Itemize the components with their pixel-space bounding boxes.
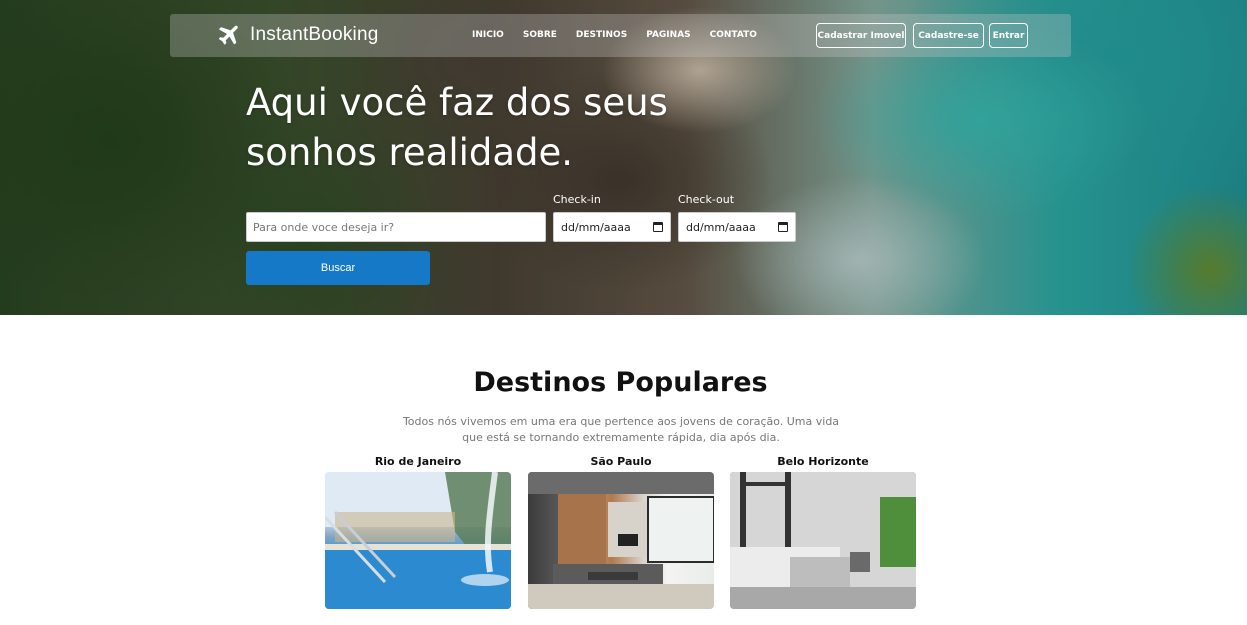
destination-image-rio[interactable] <box>325 472 511 609</box>
brand-logo[interactable]: InstantBooking <box>216 23 379 47</box>
destination-name: Rio de Janeiro <box>374 455 462 468</box>
airplane-icon <box>218 25 238 45</box>
checkout-date-input[interactable]: dd/mm/aaaa <box>678 212 796 242</box>
navbar: InstantBooking INICIO SOBRE DESTINOS PAG… <box>170 14 1071 57</box>
destination-search-input[interactable] <box>246 212 546 242</box>
hero-background: InstantBooking INICIO SOBRE DESTINOS PAG… <box>0 0 1247 315</box>
destination-card-rio[interactable]: Rio de Janeiro <box>325 455 511 609</box>
login-button[interactable]: Entrar <box>989 23 1028 48</box>
brand-name: InstantBooking <box>250 24 379 45</box>
checkout-label: Check-out <box>678 193 735 206</box>
menu-item-sobre[interactable]: SOBRE <box>523 30 557 40</box>
pool-illustration <box>325 472 511 609</box>
calendar-icon[interactable] <box>778 222 788 232</box>
register-property-button[interactable]: Cadastrar Imovel <box>816 23 906 48</box>
bedroom-illustration <box>730 472 916 609</box>
headline-line-1: Aqui você faz dos seus <box>246 81 668 124</box>
menu-item-inicio[interactable]: INICIO <box>472 30 504 40</box>
checkout-date-placeholder: dd/mm/aaaa <box>686 220 756 234</box>
menu-item-paginas[interactable]: PAGINAS <box>646 30 690 40</box>
menu-item-destinos[interactable]: DESTINOS <box>576 30 627 40</box>
search-button[interactable]: Buscar <box>246 251 430 285</box>
destination-image-belo-horizonte[interactable] <box>730 472 916 609</box>
hero-headline: Aqui você faz dos seus sonhos realidade. <box>246 78 766 178</box>
destination-card-sao-paulo[interactable]: São Paulo <box>528 455 714 609</box>
sign-up-button[interactable]: Cadastre-se <box>913 23 984 48</box>
living-room-illustration <box>528 472 714 609</box>
checkin-date-placeholder: dd/mm/aaaa <box>561 220 631 234</box>
section-title: Destinos Populares <box>473 367 768 398</box>
checkin-date-input[interactable]: dd/mm/aaaa <box>553 212 671 242</box>
destination-card-belo-horizonte[interactable]: Belo Horizonte <box>730 455 916 609</box>
menu-item-contato[interactable]: CONTATO <box>710 30 757 40</box>
destination-name: Belo Horizonte <box>777 455 869 468</box>
main-menu: INICIO SOBRE DESTINOS PAGINAS CONTATO <box>472 30 776 40</box>
headline-line-2: sonhos realidade. <box>246 131 574 174</box>
destination-name: São Paulo <box>590 455 652 468</box>
destination-image-sao-paulo[interactable] <box>528 472 714 609</box>
calendar-icon[interactable] <box>653 222 663 232</box>
section-description: Todos nós vivemos em uma era que pertenc… <box>402 415 840 444</box>
checkin-label: Check-in <box>553 193 601 206</box>
